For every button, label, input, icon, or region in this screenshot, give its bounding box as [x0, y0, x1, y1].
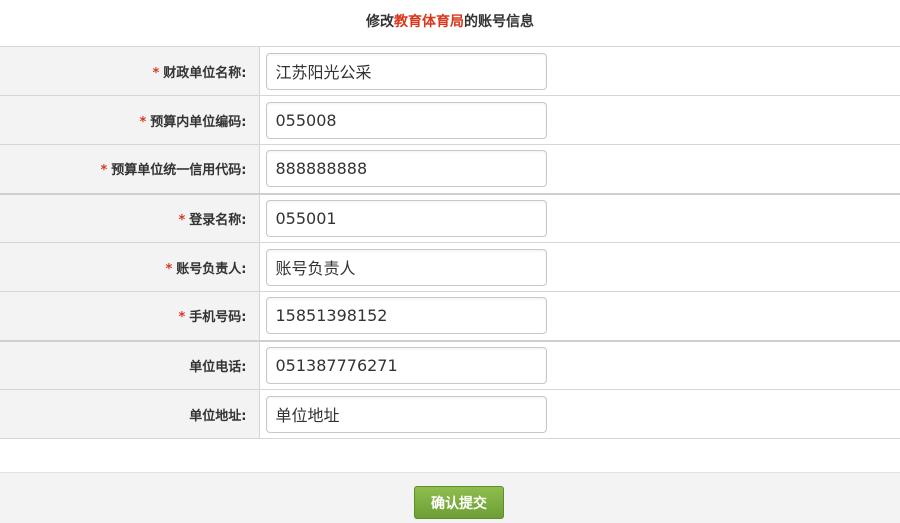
field-input-cell: [259, 292, 900, 341]
required-mark: *: [165, 261, 173, 277]
mobile-number-input[interactable]: [265, 297, 547, 335]
form-row-finance-unit-name: * 财政单位名称:: [0, 46, 900, 96]
page-title-suffix: 的账号信息: [464, 14, 534, 30]
field-label: * 账号负责人:: [0, 242, 260, 292]
finance-unit-name-input[interactable]: [265, 52, 547, 90]
field-input-cell: [259, 194, 900, 243]
budget-unit-code-input[interactable]: [265, 101, 547, 139]
form-row-mobile: * 手机号码:: [0, 291, 900, 341]
form-row-account-owner: * 账号负责人:: [0, 242, 900, 292]
field-label: * 登录名称:: [0, 193, 260, 243]
field-label-text: 财政单位名称:: [163, 65, 247, 81]
field-label: * 手机号码:: [0, 291, 260, 341]
required-mark: *: [100, 163, 108, 179]
form-row-budget-unit-code: * 预算内单位编码:: [0, 95, 900, 145]
account-form: *财政单位名称: *预算内单位编码: *预算单位统一信用代码:: [0, 46, 900, 439]
field-label-text: 登录名称:: [189, 212, 247, 228]
required-mark: *: [178, 212, 186, 228]
field-input-cell: [259, 96, 900, 145]
field-input-cell: [259, 243, 900, 292]
login-name-input[interactable]: [265, 199, 547, 237]
page-title-prefix: 修改: [366, 14, 394, 30]
account-owner-input[interactable]: [265, 248, 547, 286]
form-row-login-name: * 登录名称:: [0, 193, 900, 243]
field-input-cell: [259, 145, 900, 194]
required-mark: *: [139, 114, 147, 130]
credit-code-input[interactable]: [265, 150, 547, 188]
field-input-cell: [259, 341, 900, 390]
field-input-cell: [259, 390, 900, 439]
account-edit-page: 修改教育体育局的账号信息 *财政单位名称: *预算内单位编码:: [0, 0, 900, 523]
field-label-text: 单位电话:: [189, 359, 247, 375]
form-row-credit-code: * 预算单位统一信用代码:: [0, 144, 900, 194]
form-footer: 确认提交: [0, 472, 900, 523]
required-mark: *: [178, 310, 186, 326]
field-label: * 财政单位名称:: [0, 46, 260, 96]
unit-phone-input[interactable]: [265, 346, 547, 384]
field-label: 单位地址:: [0, 389, 260, 439]
field-label: * 预算单位统一信用代码:: [0, 144, 260, 194]
submit-button[interactable]: 确认提交: [414, 486, 504, 519]
field-label-text: 预算内单位编码:: [150, 114, 247, 130]
field-label-text: 账号负责人:: [176, 261, 247, 277]
required-mark: *: [152, 65, 160, 81]
form-row-unit-address: 单位地址:: [0, 389, 900, 439]
field-label: * 预算内单位编码:: [0, 95, 260, 145]
form-row-unit-phone: 单位电话:: [0, 340, 900, 390]
field-label-text: 单位地址:: [189, 408, 247, 424]
unit-address-input[interactable]: [265, 395, 547, 433]
field-input-cell: [259, 47, 900, 96]
field-label-text: 手机号码:: [189, 310, 247, 326]
field-label-text: 预算单位统一信用代码:: [111, 163, 247, 179]
page-title: 修改教育体育局的账号信息: [0, 0, 900, 46]
field-label: 单位电话:: [0, 340, 260, 390]
page-title-entity: 教育体育局: [394, 14, 464, 30]
